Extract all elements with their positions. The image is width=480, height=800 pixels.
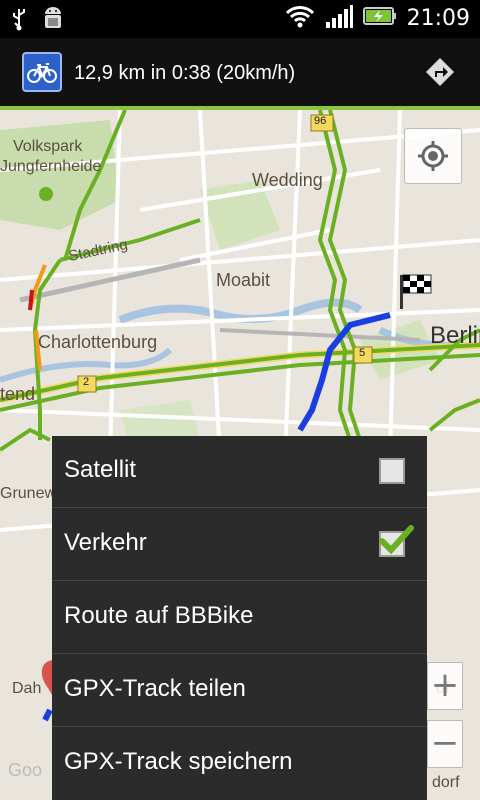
directions-button[interactable] [424,56,456,88]
road-shield-5: 5 [359,347,366,359]
android-debug-icon [42,6,64,36]
bike-mode-button[interactable] [22,52,62,92]
zoom-in-button[interactable]: + [427,662,463,710]
google-logo: Goo [8,760,43,780]
menu-item-satellit[interactable]: Satellit [52,436,427,508]
menu-item-label: GPX-Track teilen [64,675,246,702]
menu-item-gpx-speichern[interactable]: GPX-Track speichern [52,728,427,800]
options-menu: Satellit Verkehr Route auf BBBike GPX-Tr… [52,436,427,800]
map-label-dah: Dah [12,680,42,697]
satellit-checkbox[interactable] [379,458,405,484]
action-bar: 12,9 km in 0:38 (20km/h) [0,38,480,110]
menu-item-label: GPX-Track speichern [64,748,293,775]
menu-item-label: Route auf BBBike [64,602,254,629]
route-summary: 12,9 km in 0:38 (20km/h) [74,62,296,84]
menu-item-route-bbbike[interactable]: Route auf BBBike [52,582,427,654]
map-label-grunew: Grunew [0,485,57,502]
map-label-wedding: Wedding [252,170,323,190]
menu-item-label: Verkehr [64,529,147,556]
map-label-tend: tend [0,384,36,404]
directions-icon [424,58,456,92]
battery-charging-icon [362,5,397,31]
map-label-jungfernheide: Jungfernheide [0,158,102,175]
map-label-charlottenburg: Charlottenburg [38,332,158,352]
usb-icon [10,7,28,35]
map-label-volkspark: Volkspark [13,138,83,155]
zoom-out-button[interactable]: − [427,720,463,768]
signal-icon [325,4,353,32]
my-location-button[interactable] [404,128,462,184]
menu-item-label: Satellit [64,456,137,483]
verkehr-checkbox[interactable] [379,525,414,557]
road-shield-96: 96 [314,115,327,127]
road-shield-2: 2 [83,376,90,388]
map-label-moabit: Moabit [216,270,271,290]
menu-item-gpx-teilen[interactable]: GPX-Track teilen [52,655,427,727]
map-label-berlin: Berlin [430,322,480,349]
status-bar: 21:09 [0,0,480,38]
map-label-partial-2: dorf [432,774,460,791]
clock: 21:09 [406,5,470,31]
wifi-icon [285,4,315,32]
menu-item-verkehr[interactable]: Verkehr [52,509,427,581]
